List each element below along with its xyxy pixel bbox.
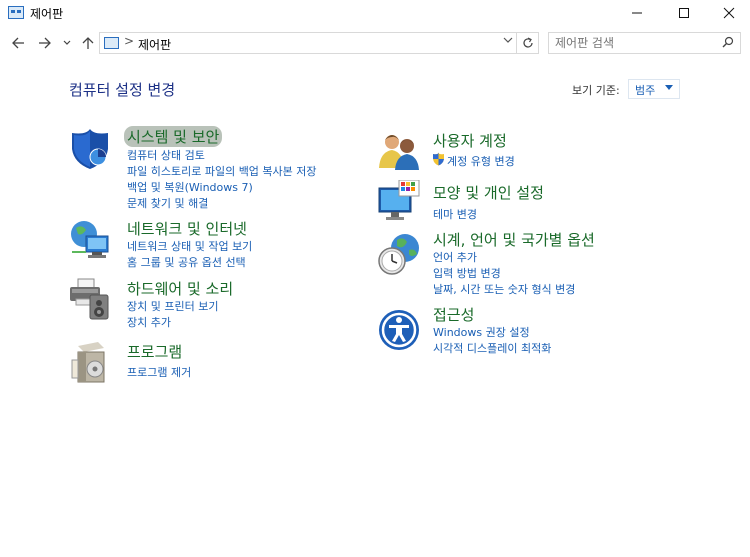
globe-network-icon[interactable]: [68, 218, 112, 262]
link-troubleshoot[interactable]: 문제 찾기 및 해결: [127, 195, 208, 211]
arrow-right-icon: [39, 37, 51, 49]
close-button[interactable]: [706, 0, 750, 26]
link-uninstall-program[interactable]: 프로그램 제거: [127, 364, 191, 380]
dropdown-caret-icon: [665, 85, 673, 90]
link-optimize-visual-display[interactable]: 시각적 디스플레이 최적화: [433, 340, 551, 356]
clock-globe-icon[interactable]: [377, 232, 421, 276]
category-title-system-security[interactable]: 시스템 및 보안: [124, 126, 223, 147]
back-button[interactable]: [8, 33, 28, 53]
breadcrumb-separator[interactable]: >: [124, 34, 134, 48]
link-change-theme[interactable]: 테마 변경: [433, 206, 477, 222]
link-add-language[interactable]: 언어 추가: [433, 249, 477, 265]
minimize-button[interactable]: [614, 0, 660, 26]
view-by-value[interactable]: 범주: [635, 84, 655, 97]
view-by-label: 보기 기준:: [572, 84, 620, 97]
programs-box-icon[interactable]: [68, 340, 112, 384]
up-button[interactable]: [78, 33, 98, 53]
link-windows-recommended-settings[interactable]: Windows 권장 설정: [433, 324, 530, 340]
link-network-status[interactable]: 네트워크 상태 및 작업 보기: [127, 238, 252, 254]
address-dropdown-button[interactable]: [503, 36, 513, 47]
category-title-ease-of-access[interactable]: 접근성: [433, 304, 474, 325]
chevron-down-icon: [63, 40, 71, 45]
category-title-network-internet[interactable]: 네트워크 및 인터넷: [127, 218, 247, 239]
maximize-button[interactable]: [661, 0, 707, 26]
window-title: 제어판: [30, 7, 64, 21]
monitor-palette-icon[interactable]: [377, 180, 421, 224]
link-change-date-time-format[interactable]: 날짜, 시간 또는 숫자 형식 변경: [433, 281, 575, 297]
link-review-computer-status[interactable]: 컴퓨터 상태 검토: [127, 147, 205, 163]
arrow-left-icon: [12, 37, 24, 49]
category-title-user-accounts[interactable]: 사용자 계정: [433, 130, 507, 151]
link-backup-restore[interactable]: 백업 및 복원(Windows 7): [127, 179, 253, 195]
breadcrumb-control-panel[interactable]: 제어판: [138, 36, 171, 53]
link-homegroup-sharing[interactable]: 홈 그룹 및 공유 옵션 선택: [127, 254, 246, 270]
search-input[interactable]: [555, 35, 715, 51]
maximize-icon: [679, 8, 689, 18]
control-panel-icon: [8, 6, 24, 19]
accessibility-icon[interactable]: [377, 308, 421, 352]
shield-icon[interactable]: [68, 127, 112, 171]
users-icon[interactable]: [377, 128, 421, 172]
forward-button[interactable]: [35, 33, 55, 53]
chevron-down-icon: [503, 37, 513, 43]
link-change-input-method[interactable]: 입력 방법 변경: [433, 265, 501, 281]
category-title-hardware-sound[interactable]: 하드웨어 및 소리: [127, 278, 233, 299]
navigation-bar: > 제어판: [0, 30, 750, 56]
close-icon: [723, 7, 735, 19]
arrow-up-icon: [82, 37, 94, 49]
recent-locations-button[interactable]: [60, 33, 74, 53]
link-file-history-backup[interactable]: 파일 히스토리로 파일의 백업 복사본 저장: [127, 163, 317, 179]
refresh-button[interactable]: [517, 32, 539, 54]
page-title: 컴퓨터 설정 변경: [69, 81, 176, 99]
link-change-account-type[interactable]: 계정 유형 변경: [447, 153, 515, 169]
search-box[interactable]: [548, 32, 741, 54]
title-bar: 제어판: [0, 0, 750, 26]
search-icon[interactable]: [722, 36, 734, 51]
printer-speaker-icon[interactable]: [68, 277, 112, 321]
refresh-icon: [522, 37, 533, 48]
view-by-dropdown[interactable]: 범주: [628, 79, 680, 99]
minimize-icon: [632, 12, 642, 14]
address-bar[interactable]: > 제어판: [99, 32, 517, 54]
category-title-clock-language-region[interactable]: 시계, 언어 및 국가별 옵션: [433, 229, 595, 250]
category-title-appearance[interactable]: 모양 및 개인 설정: [433, 182, 544, 203]
category-title-programs[interactable]: 프로그램: [127, 341, 182, 362]
uac-shield-icon: [433, 152, 444, 166]
link-add-device[interactable]: 장치 추가: [127, 314, 171, 330]
control-panel-icon: [104, 37, 119, 49]
link-devices-printers[interactable]: 장치 및 프린터 보기: [127, 298, 218, 314]
